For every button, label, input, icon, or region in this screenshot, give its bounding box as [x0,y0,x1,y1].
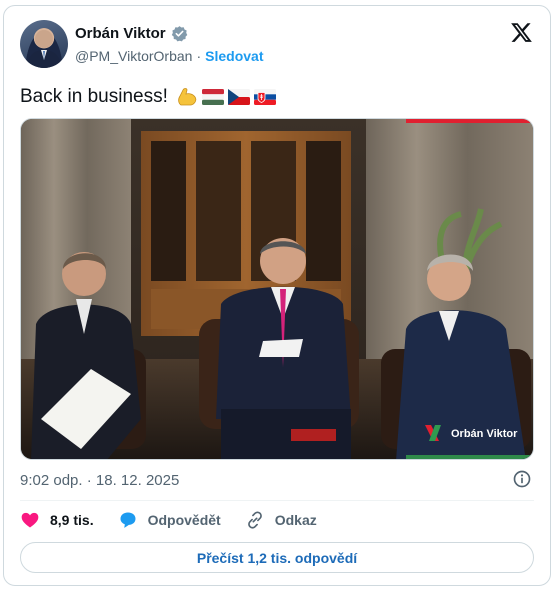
divider [20,500,534,501]
link-icon [247,511,262,529]
copy-link-button[interactable]: Odkaz [245,510,317,530]
photo-watermark: Orbán Viktor [451,428,518,440]
read-replies-label: Přečíst 1,2 tis. odpovědí [196,549,358,566]
reply-button[interactable]: Odpovědět [118,510,221,530]
heart-icon [21,512,39,528]
x-logo-icon[interactable] [510,21,533,44]
tweet-photo[interactable]: Orbán Viktor [20,118,534,460]
tweet-time[interactable]: 9:02 odp. [20,472,83,489]
info-icon[interactable] [512,469,532,489]
like-button[interactable]: 8,9 tis. [20,510,94,530]
reply-label: Odpovědět [147,512,221,528]
link-label: Odkaz [274,512,317,528]
read-replies-button[interactable]: Přečíst 1,2 tis. odpovědí [20,542,534,573]
flag-hungary-icon [201,89,224,105]
meeting-photo-image [21,119,533,459]
like-count: 8,9 tis. [50,512,94,528]
reply-bubble-icon [120,512,136,528]
follow-link[interactable]: Sledovat [205,48,263,64]
flag-slovakia-icon [253,89,276,105]
author-name[interactable]: Orbán Viktor [75,25,166,42]
tweet-date[interactable]: 18. 12. 2025 [96,472,179,489]
time-separator: · [86,472,92,489]
flexed-biceps-icon [178,88,197,106]
tweet-card: Orbán Viktor @PM_ViktorOrban · Sledovat … [3,5,551,586]
flag-czech-republic-icon [227,89,250,105]
handle-separator: · [196,48,202,64]
tweet-text: Back in business! [20,86,168,107]
verified-badge-icon [171,26,187,42]
author-avatar[interactable] [20,20,68,68]
author-handle[interactable]: @PM_ViktorOrban [75,48,192,64]
